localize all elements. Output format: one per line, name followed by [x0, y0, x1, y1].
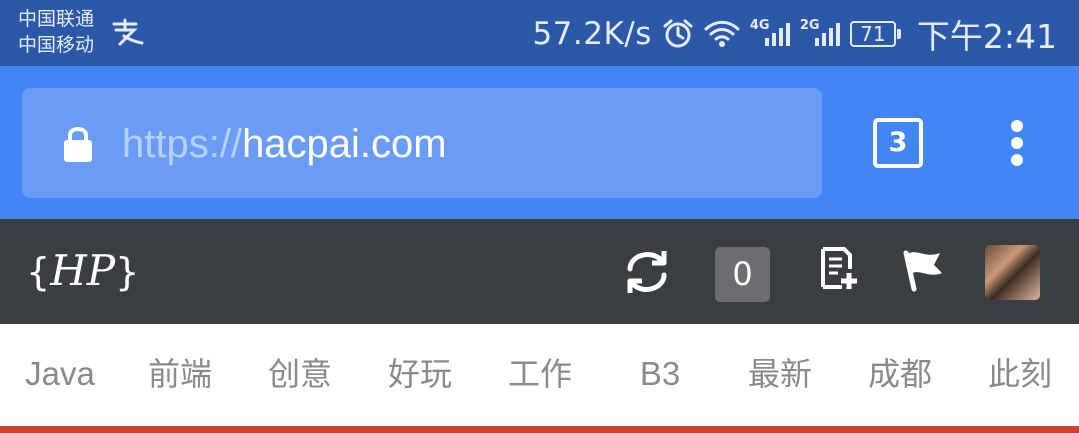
- lock-icon: [62, 124, 94, 168]
- browser-toolbar: https://hacpai.com 3: [0, 66, 1079, 219]
- active-indicator: [0, 426, 1079, 433]
- status-indicators: 57.2K/s 4G 2G 71 下午2:41: [532, 12, 1057, 56]
- signal-2g-icon: 2G: [800, 18, 840, 50]
- signal-4g-icon: 4G: [750, 18, 790, 50]
- site-header: {HP} 0: [0, 219, 1079, 324]
- network-speed: 57.2K/s: [532, 16, 652, 52]
- status-bar: 中国联通 中国移动 57.2K/s 4G 2G 71 下午2:41: [0, 0, 1079, 66]
- refresh-icon[interactable]: [622, 245, 672, 303]
- clock: 下午2:41: [916, 17, 1057, 56]
- flag-icon[interactable]: [900, 245, 944, 299]
- user-avatar[interactable]: [985, 245, 1040, 300]
- address-bar[interactable]: https://hacpai.com: [22, 88, 822, 198]
- battery-level: 71: [849, 21, 896, 47]
- category-chengdu[interactable]: 成都: [868, 352, 932, 396]
- category-java[interactable]: Java: [25, 352, 95, 396]
- category-fun[interactable]: 好玩: [388, 352, 452, 396]
- url-text[interactable]: https://hacpai.com: [122, 118, 447, 170]
- category-now[interactable]: 此刻: [988, 352, 1052, 396]
- category-nav: Java 前端 创意 好玩 工作 B3 最新 成都 此刻: [0, 324, 1079, 424]
- logo-text: HP: [50, 246, 116, 295]
- url-scheme: https://: [122, 122, 243, 166]
- url-host: hacpai.com: [242, 122, 447, 166]
- category-creative[interactable]: 创意: [268, 352, 332, 396]
- notification-badge[interactable]: 0: [715, 247, 770, 302]
- tab-switcher-button[interactable]: 3: [873, 118, 923, 168]
- carrier-names: 中国联通 中国移动: [18, 6, 94, 58]
- carrier-1: 中国联通: [18, 8, 95, 30]
- battery-icon: 71: [849, 21, 901, 47]
- new-post-icon[interactable]: [818, 245, 858, 297]
- category-latest[interactable]: 最新: [748, 352, 812, 396]
- overflow-menu-icon[interactable]: [1000, 120, 1034, 170]
- site-logo[interactable]: {HP}: [26, 241, 139, 302]
- category-work[interactable]: 工作: [508, 352, 572, 396]
- payment-icon: [110, 18, 144, 46]
- carrier-2: 中国移动: [18, 34, 95, 56]
- alarm-icon: [662, 18, 694, 50]
- category-frontend[interactable]: 前端: [148, 352, 212, 396]
- category-b3[interactable]: B3: [640, 352, 680, 396]
- wifi-icon: [704, 19, 740, 49]
